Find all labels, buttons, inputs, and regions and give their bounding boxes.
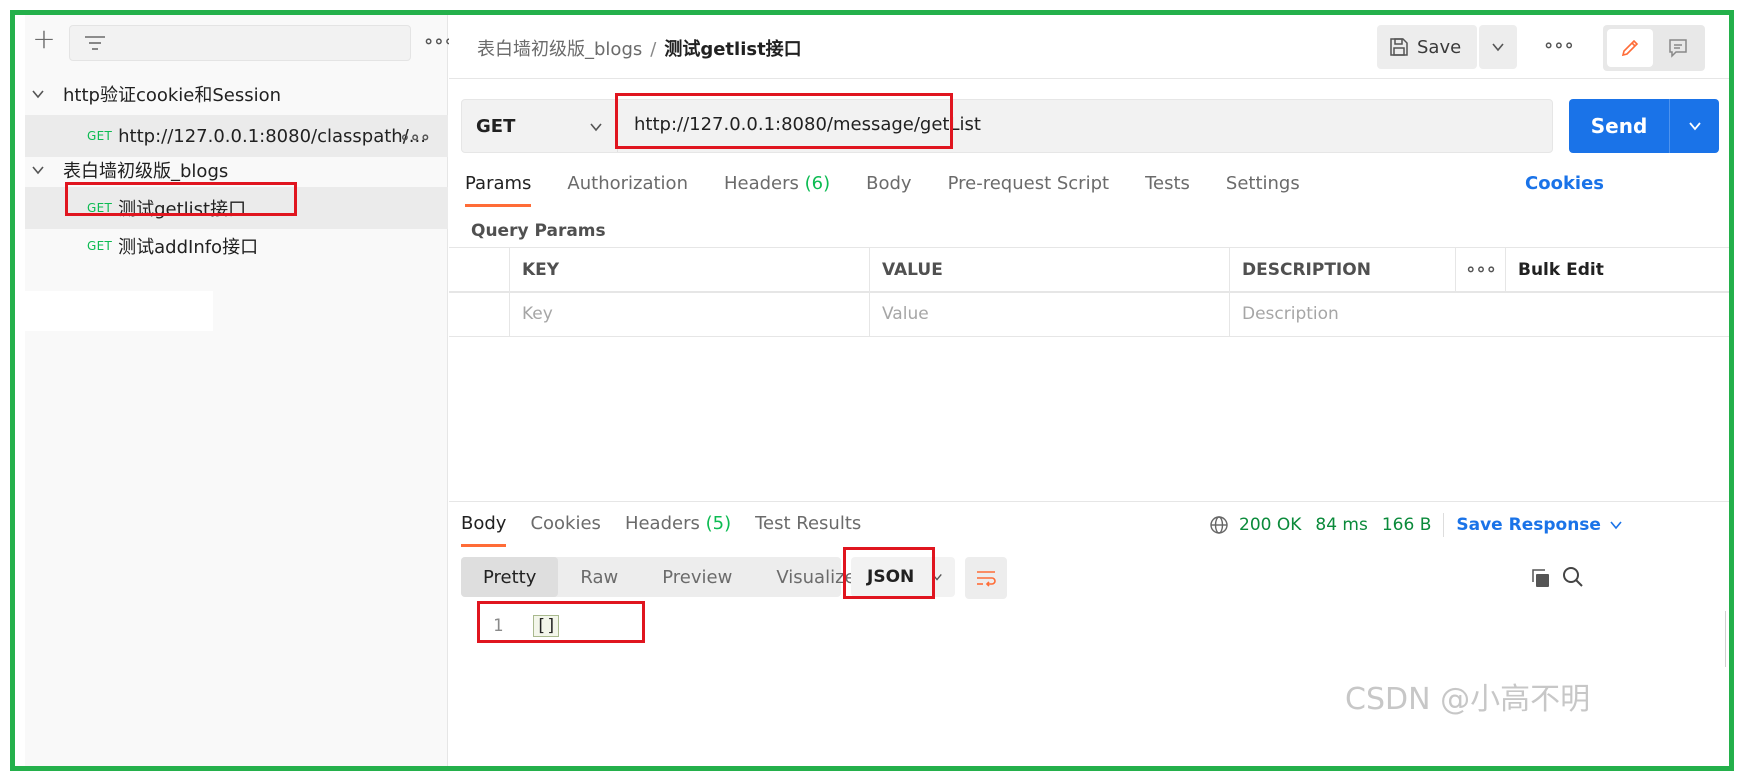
watermark: CSDN @小高不明 xyxy=(1345,682,1591,717)
column-header-key: KEY xyxy=(509,248,869,292)
response-size[interactable]: 166 B xyxy=(1382,515,1432,535)
comments-button[interactable] xyxy=(1655,29,1701,67)
filter-icon xyxy=(85,36,105,50)
blank-area xyxy=(25,291,213,331)
annotation-box xyxy=(65,182,297,216)
tab-pre-request-script[interactable]: Pre-request Script xyxy=(948,173,1109,207)
tab-settings[interactable]: Settings xyxy=(1226,173,1300,207)
breadcrumb-separator: / xyxy=(650,39,657,60)
chevron-down-icon[interactable] xyxy=(31,87,45,101)
tab-test-results[interactable]: Test Results xyxy=(755,513,861,547)
collection-row[interactable]: http验证cookie和Session xyxy=(25,73,448,115)
request-name: http://127.0.0.1:8080/classpath/... xyxy=(118,125,426,147)
tab-authorization[interactable]: Authorization xyxy=(567,173,688,207)
method-badge: GET xyxy=(87,239,113,253)
response-meta: 200 OK 84 ms 166 B Save Response xyxy=(1209,513,1623,537)
search-icon[interactable] xyxy=(1561,565,1585,589)
tab-params[interactable]: Params xyxy=(465,173,532,207)
mode-toggle xyxy=(1603,25,1705,71)
cookies-link[interactable]: Cookies xyxy=(1525,173,1604,194)
query-params-label: Query Params xyxy=(471,221,606,241)
method-badge: GET xyxy=(87,129,113,143)
save-label: Save xyxy=(1417,36,1462,58)
response-divider[interactable] xyxy=(449,501,1729,502)
sidebar-toolbar: + ∘∘∘ xyxy=(25,15,455,71)
copy-icon[interactable] xyxy=(1529,567,1551,589)
response-headers-count: (5) xyxy=(705,513,732,534)
globe-icon[interactable] xyxy=(1209,515,1229,535)
tab-tests[interactable]: Tests xyxy=(1145,173,1190,207)
table-row: Key Value Description xyxy=(449,291,1729,337)
chevron-down-icon[interactable] xyxy=(31,163,45,177)
view-raw[interactable]: Raw xyxy=(558,557,640,597)
save-button[interactable]: Save xyxy=(1377,25,1477,69)
breadcrumb-parent[interactable]: 表白墙初级版_blogs xyxy=(477,39,642,60)
save-dropdown-button[interactable] xyxy=(1479,25,1517,69)
column-header-description: DESCRIPTION xyxy=(1229,248,1455,292)
request-name: 测试addInfo接口 xyxy=(118,237,259,258)
send-button[interactable]: Send xyxy=(1569,99,1719,153)
send-dropdown-button[interactable] xyxy=(1669,99,1719,153)
wrap-icon xyxy=(977,571,996,587)
description-field[interactable]: Description xyxy=(1229,292,1729,336)
annotation-box xyxy=(615,93,953,149)
sidebar: + ∘∘∘ http验证cookie和Session GET http://12… xyxy=(25,15,455,766)
table-header-row: KEY VALUE DESCRIPTION ∘∘∘ Bulk Edit xyxy=(449,247,1729,293)
tab-response-headers[interactable]: Headers (5) xyxy=(625,513,731,547)
status-code[interactable]: 200 OK xyxy=(1239,515,1301,535)
chevron-down-icon xyxy=(1492,43,1504,52)
view-mode-group: Pretty Raw Preview Visualize xyxy=(461,557,856,597)
request-tabs: Params Authorization Headers (6) Body Pr… xyxy=(465,173,1336,207)
save-response-button[interactable]: Save Response xyxy=(1456,515,1623,535)
wrap-lines-button[interactable] xyxy=(965,557,1007,599)
breadcrumb: 表白墙初级版_blogs / 测试getlist接口 xyxy=(477,35,802,61)
breadcrumb-current[interactable]: 测试getlist接口 xyxy=(664,39,801,60)
screenshot-frame: + ∘∘∘ http验证cookie和Session GET http://12… xyxy=(10,10,1734,771)
divider xyxy=(1443,513,1445,537)
view-preview[interactable]: Preview xyxy=(640,557,754,597)
edit-mode-button[interactable] xyxy=(1607,29,1653,67)
column-header-value: VALUE xyxy=(869,248,1229,292)
chevron-down-icon xyxy=(1610,521,1622,530)
method-value: GET xyxy=(476,115,516,137)
chevron-down-icon xyxy=(1688,122,1701,131)
send-label: Send xyxy=(1590,114,1648,138)
bulk-edit-button[interactable]: Bulk Edit xyxy=(1505,248,1729,292)
request-row[interactable]: GET 测试addInfo接口 xyxy=(25,225,448,267)
collection-name: http验证cookie和Session xyxy=(63,85,282,106)
pencil-icon xyxy=(1621,39,1639,57)
view-pretty[interactable]: Pretty xyxy=(461,557,559,597)
tab-response-body[interactable]: Body xyxy=(461,513,507,547)
scrollbar-thumb[interactable] xyxy=(1729,611,1734,637)
collection-name: 表白墙初级版_blogs xyxy=(63,161,229,182)
comment-icon xyxy=(1669,39,1687,58)
filter-input[interactable] xyxy=(69,25,411,61)
headers-count: (6) xyxy=(804,173,831,194)
request-more-icon[interactable]: ∘∘∘ xyxy=(399,129,431,147)
value-field[interactable]: Value xyxy=(869,292,1229,336)
key-field[interactable]: Key xyxy=(509,292,869,336)
response-tabs: Body Cookies Headers (5) Test Results xyxy=(461,513,885,547)
tab-response-cookies[interactable]: Cookies xyxy=(530,513,600,547)
main-panel: 表白墙初级版_blogs / 测试getlist接口 Save ∘∘∘ GET … xyxy=(449,15,1734,766)
tab-headers[interactable]: Headers (6) xyxy=(724,173,830,207)
save-icon xyxy=(1390,38,1408,56)
response-time[interactable]: 84 ms xyxy=(1315,515,1367,535)
more-icon[interactable]: ∘∘∘ xyxy=(1543,37,1575,55)
scrollbar-track[interactable] xyxy=(1725,611,1726,667)
table-more-icon[interactable]: ∘∘∘ xyxy=(1455,248,1505,292)
chevron-down-icon xyxy=(590,123,602,132)
tab-body[interactable]: Body xyxy=(866,173,911,207)
new-collection-button[interactable]: + xyxy=(31,25,57,53)
annotation-box xyxy=(843,547,935,599)
method-select[interactable]: GET xyxy=(462,100,618,152)
request-header: 表白墙初级版_blogs / 测试getlist接口 Save ∘∘∘ xyxy=(449,15,1729,79)
annotation-box xyxy=(477,601,645,643)
